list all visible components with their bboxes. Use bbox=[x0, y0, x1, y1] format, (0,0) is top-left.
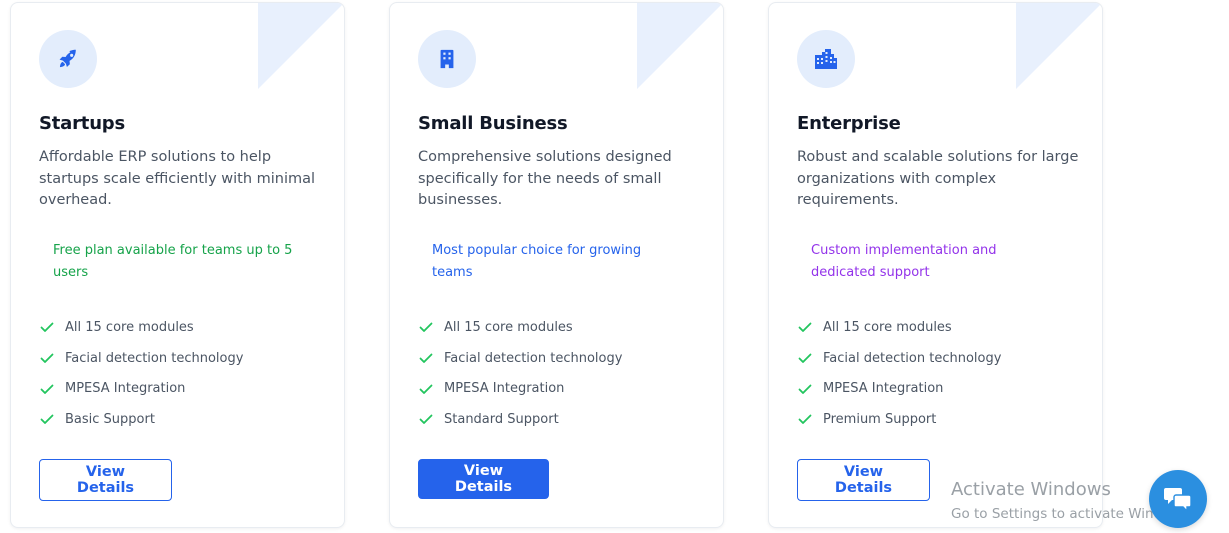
plan-description: Robust and scalable solutions for large … bbox=[797, 149, 1079, 208]
check-icon bbox=[40, 322, 54, 333]
feature-item: Facial detection technology bbox=[418, 343, 622, 374]
feature-item: Facial detection technology bbox=[797, 343, 1001, 374]
corner-decoration bbox=[637, 3, 723, 89]
rocket-icon bbox=[59, 49, 76, 68]
feature-label: Facial detection technology bbox=[65, 350, 244, 366]
plan-description: Comprehensive solutions designed specifi… bbox=[418, 149, 672, 208]
view-details-button[interactable]: View Details bbox=[797, 459, 930, 501]
feature-label: Basic Support bbox=[65, 411, 155, 427]
check-icon bbox=[419, 322, 433, 333]
building-icon bbox=[440, 49, 454, 69]
feature-list: All 15 core modules Facial detection tec… bbox=[797, 312, 1001, 435]
check-icon bbox=[419, 353, 433, 363]
feature-item: MPESA Integration bbox=[39, 373, 243, 404]
feature-label: Facial detection technology bbox=[823, 350, 1002, 366]
feature-label: MPESA Integration bbox=[65, 381, 186, 397]
plan-highlight: Custom implementation and dedicated supp… bbox=[811, 243, 997, 280]
check-icon bbox=[419, 415, 433, 425]
city-buildings-icon bbox=[815, 49, 837, 69]
plan-highlight: Free plan available for teams up to 5 us… bbox=[53, 243, 293, 280]
feature-item: Basic Support bbox=[39, 404, 243, 435]
feature-label: Facial detection technology bbox=[444, 350, 623, 366]
plan-title: Small Business bbox=[418, 113, 568, 134]
plan-icon-badge bbox=[418, 30, 476, 88]
chat-widget-button[interactable] bbox=[1149, 470, 1207, 528]
feature-item: Facial detection technology bbox=[39, 343, 243, 374]
feature-item: MPESA Integration bbox=[418, 373, 622, 404]
check-icon bbox=[798, 353, 812, 363]
feature-label: MPESA Integration bbox=[823, 381, 944, 397]
check-icon bbox=[40, 415, 54, 425]
feature-label: All 15 core modules bbox=[823, 319, 952, 335]
feature-item: MPESA Integration bbox=[797, 373, 1001, 404]
plan-title: Startups bbox=[39, 113, 126, 134]
plan-card-small-business: Small Business Comprehensive solutions d… bbox=[389, 2, 724, 528]
view-details-button[interactable]: View Details bbox=[39, 459, 172, 501]
chat-bubbles-icon bbox=[1164, 488, 1192, 512]
plan-card-enterprise: Enterprise Robust and scalable solutions… bbox=[768, 2, 1103, 528]
feature-list: All 15 core modules Facial detection tec… bbox=[39, 312, 243, 435]
feature-item: All 15 core modules bbox=[418, 312, 622, 343]
feature-label: Premium Support bbox=[823, 411, 937, 427]
plan-description: Affordable ERP solutions to help startup… bbox=[39, 149, 316, 208]
plan-card-startups: Startups Affordable ERP solutions to hel… bbox=[10, 2, 345, 528]
feature-item: All 15 core modules bbox=[39, 312, 243, 343]
plan-icon-badge bbox=[797, 30, 855, 88]
feature-list: All 15 core modules Facial detection tec… bbox=[418, 312, 622, 435]
feature-label: All 15 core modules bbox=[444, 319, 573, 335]
check-icon bbox=[40, 353, 54, 363]
check-icon bbox=[798, 322, 812, 333]
check-icon bbox=[40, 384, 54, 394]
plan-highlight: Most popular choice for growing teams bbox=[432, 243, 642, 280]
feature-item: All 15 core modules bbox=[797, 312, 1001, 343]
view-details-button[interactable]: View Details bbox=[418, 459, 549, 499]
corner-decoration bbox=[258, 3, 344, 89]
feature-item: Premium Support bbox=[797, 404, 1001, 435]
plan-title: Enterprise bbox=[797, 113, 901, 134]
check-icon bbox=[798, 384, 812, 394]
feature-label: MPESA Integration bbox=[444, 381, 565, 397]
corner-decoration bbox=[1016, 3, 1102, 89]
plan-icon-badge bbox=[39, 30, 97, 88]
feature-label: Standard Support bbox=[444, 411, 559, 427]
check-icon bbox=[798, 415, 812, 425]
feature-item: Standard Support bbox=[418, 404, 622, 435]
check-icon bbox=[419, 384, 433, 394]
feature-label: All 15 core modules bbox=[65, 319, 194, 335]
